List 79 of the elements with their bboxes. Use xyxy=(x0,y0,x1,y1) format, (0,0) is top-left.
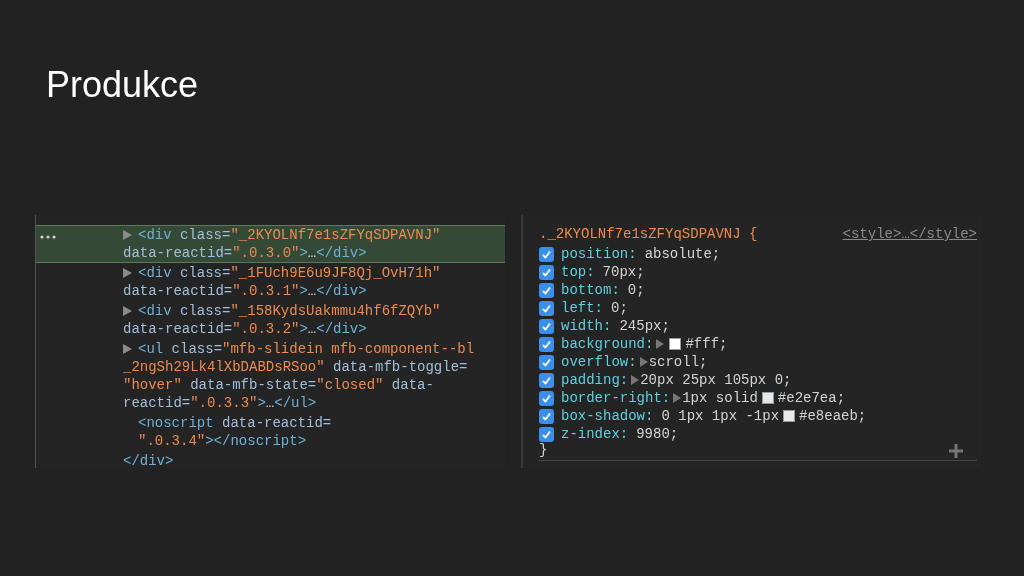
checkmark-icon xyxy=(541,266,552,278)
code-line: data-reactid=".0.3.1">…</div> xyxy=(123,283,367,299)
css-property: box-shadow: xyxy=(561,406,654,426)
code-line: _2ngSh29Lk4lXbDABDsRSoo" data-mfb-toggle= xyxy=(123,359,468,375)
css-property: position: xyxy=(561,244,637,264)
checkmark-icon xyxy=(541,248,552,260)
code-line: <div class="_2KYOLNf7e1sZFYqSDPAVNJ" xyxy=(138,227,441,243)
checkmark-icon xyxy=(541,410,552,422)
code-line: "hover" data-mfb-state="closed" data- xyxy=(123,377,434,393)
css-value: 1px solid xyxy=(682,388,758,408)
expand-triangle-icon[interactable] xyxy=(123,306,132,316)
css-value: absolute; xyxy=(644,244,721,264)
checkmark-icon xyxy=(541,428,552,440)
css-value: scroll; xyxy=(648,352,708,372)
css-selector: ._2KYOLNf7e1sZFYqSDPAVNJ { xyxy=(539,225,758,243)
dom-node-row[interactable]: <div class="_158KydsUakmmu4hf6fZQYb" data-reactid=".0.3.2">…</div> xyxy=(36,301,505,339)
more-icon[interactable] xyxy=(40,235,56,239)
css-value: #e8eaeb; xyxy=(799,406,867,426)
checkmark-icon xyxy=(541,284,552,296)
add-icon[interactable] xyxy=(949,443,963,458)
stylesheet-link[interactable]: <style>…</style> xyxy=(842,225,977,243)
css-property: width: xyxy=(561,316,612,336)
css-value: #e2e7ea; xyxy=(777,388,846,408)
dom-node-row[interactable]: </div> xyxy=(36,451,505,471)
code-line: data-reactid=".0.3.0">…</div> xyxy=(123,245,367,261)
checkmark-icon xyxy=(541,374,552,386)
checkbox[interactable] xyxy=(539,282,554,298)
css-value: 70px; xyxy=(602,262,645,282)
checkmark-icon xyxy=(541,320,552,332)
css-property: left: xyxy=(561,298,603,318)
color-swatch[interactable] xyxy=(783,410,796,422)
checkbox[interactable] xyxy=(539,354,554,370)
code-line: reactid=".0.3.3">…</ul> xyxy=(123,395,317,411)
checkmark-icon xyxy=(541,338,552,350)
css-value: 9980; xyxy=(636,424,679,444)
code-line: </div> xyxy=(123,453,174,469)
closing-brace: } xyxy=(539,441,548,460)
code-line: ".0.3.4"></noscript> xyxy=(138,433,307,449)
slide-title: Produkce xyxy=(46,64,199,106)
css-property: top: xyxy=(561,262,595,282)
checkbox[interactable] xyxy=(539,408,554,424)
expand-triangle-icon[interactable] xyxy=(123,268,132,278)
css-property: overflow: xyxy=(561,352,637,372)
checkbox[interactable] xyxy=(539,372,554,388)
checkmark-icon xyxy=(541,356,552,368)
dom-node-row[interactable]: <div class="_1FUch9E6u9JF8Qj_OvH71h" data-reactid=".0.3.1">…</div> xyxy=(36,263,505,301)
css-value: #fff; xyxy=(685,334,728,354)
css-value: 0 1px 1px -1px xyxy=(661,406,780,426)
checkmark-icon xyxy=(541,302,552,314)
code-line: <noscript data-reactid= xyxy=(138,415,332,431)
css-property: padding: xyxy=(561,370,629,390)
css-property: border-right: xyxy=(561,388,671,408)
checkbox[interactable] xyxy=(539,426,554,442)
dom-node-row[interactable]: <noscript data-reactid= ".0.3.4"></noscript> xyxy=(36,413,505,451)
checkbox[interactable] xyxy=(539,264,554,280)
expand-triangle-icon[interactable] xyxy=(123,344,132,354)
checkmark-icon xyxy=(541,392,552,404)
expand-triangle-icon[interactable] xyxy=(123,230,132,240)
css-property: bottom: xyxy=(561,280,620,300)
color-swatch[interactable] xyxy=(761,392,774,404)
css-value: 0; xyxy=(611,298,628,318)
code-line: <div class="_1FUch9E6u9JF8Qj_OvH71h" xyxy=(138,265,441,281)
color-swatch[interactable] xyxy=(669,338,682,350)
checkbox[interactable] xyxy=(539,336,554,352)
css-value: 20px 25px 105px 0; xyxy=(640,370,792,390)
css-property: background: xyxy=(561,334,654,354)
expand-triangle-icon[interactable] xyxy=(673,393,682,403)
css-value: 0; xyxy=(627,280,645,300)
dom-node-row[interactable]: <ul class="mfb-slidein mfb-component--bl _2ngSh29Lk4lXbDABDsRSoo" data-mfb-toggle= "hover" data-mfb-state="closed" data- reactid=".0.3.3">…</ul> xyxy=(36,339,505,413)
dom-node-row[interactable]: <div class="_2KYOLNf7e1sZFYqSDPAVNJ" data-reactid=".0.3.0">…</div> xyxy=(36,225,505,263)
code-line: <ul class="mfb-slidein mfb-component--bl xyxy=(138,341,475,357)
checkbox[interactable] xyxy=(539,246,554,262)
css-value: 245px; xyxy=(619,316,670,336)
code-line: data-reactid=".0.3.2">…</div> xyxy=(123,321,367,337)
checkbox[interactable] xyxy=(539,318,554,334)
css-property: z-index: xyxy=(561,424,629,444)
code-line: <div class="_158KydsUakmmu4hf6fZQYb" xyxy=(138,303,441,319)
checkbox[interactable] xyxy=(539,390,554,406)
checkbox[interactable] xyxy=(539,300,554,316)
